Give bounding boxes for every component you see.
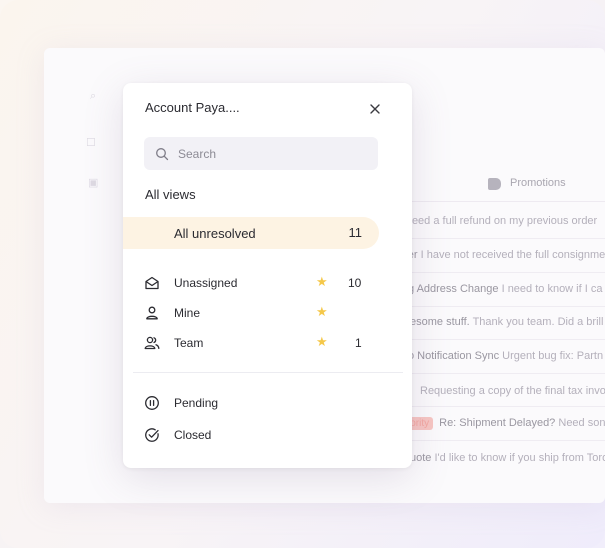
view-count: 11: [348, 225, 363, 240]
checkbox-icon: ☐: [86, 137, 96, 149]
view-all-unresolved[interactable]: All unresolved 11: [123, 217, 379, 249]
close-button[interactable]: [365, 99, 385, 119]
background-row[interactable]: uote I'd like to know if you ship from T…: [410, 452, 605, 464]
search-placeholder: Search: [178, 146, 217, 161]
view-label: All unresolved: [174, 226, 256, 241]
view-label: Team: [174, 336, 204, 350]
background-row[interactable]: iority Re: Shipment Delayed? Need son: [404, 417, 605, 430]
view-label: Unassigned: [174, 276, 238, 290]
view-count: 1: [355, 336, 362, 350]
team-icon: [144, 336, 160, 350]
section-divider: [133, 372, 403, 373]
row-divider: [404, 339, 605, 340]
row-divider: [404, 272, 605, 273]
view-unassigned[interactable]: Unassigned ★ 10: [123, 271, 412, 295]
background-row[interactable]: Need a full refund on my previous order: [404, 215, 597, 227]
status-label: Closed: [174, 428, 212, 442]
row-divider: [404, 440, 605, 441]
status-closed[interactable]: Closed: [123, 423, 412, 447]
view-mine[interactable]: Mine ★: [123, 301, 412, 325]
search-icon: [156, 147, 169, 160]
row-divider: [404, 306, 605, 307]
status-label: Pending: [174, 396, 219, 410]
section-label: All views: [145, 187, 196, 202]
check-circle-icon: [145, 428, 159, 442]
account-title: Account Paya....: [145, 100, 240, 115]
inbox-icon: ▣: [88, 177, 99, 189]
views-dropdown: Account Paya.... Search All views All un…: [123, 83, 412, 468]
promotions-column-label: Promotions: [510, 177, 566, 189]
inbox-icon: [145, 276, 159, 290]
close-icon: [370, 104, 380, 114]
user-icon: [146, 306, 158, 320]
search-input[interactable]: Search: [144, 137, 378, 170]
star-icon[interactable]: ★: [316, 274, 328, 290]
background-row[interactable]: g Address Change I need to know if I ca: [408, 283, 602, 295]
view-label: Mine: [174, 306, 201, 320]
background-row[interactable]: o Notification Sync Urgent bug fix: Part…: [408, 350, 603, 362]
background-row[interactable]: Requesting a copy of the final tax invoi: [420, 385, 605, 397]
row-divider: [404, 373, 605, 374]
background-row[interactable]: rder I have not received the full consig…: [398, 249, 605, 261]
pause-circle-icon: [145, 396, 159, 410]
star-icon[interactable]: ★: [316, 334, 328, 350]
star-icon[interactable]: ★: [316, 304, 328, 320]
background-row[interactable]: esome stuff. Thank you team. Did a brill: [410, 316, 603, 328]
row-divider: [404, 406, 605, 407]
view-count: 10: [348, 276, 362, 290]
search-icon: ⌕: [90, 90, 97, 102]
status-pending[interactable]: Pending: [123, 391, 412, 415]
tag-icon: [488, 178, 501, 190]
row-divider: [404, 238, 605, 239]
view-team[interactable]: Team ★ 1: [123, 331, 412, 355]
